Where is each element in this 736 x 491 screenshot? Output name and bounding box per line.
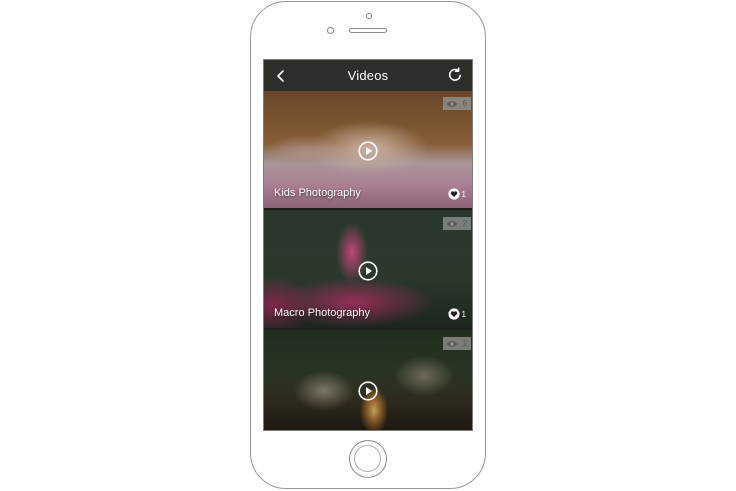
views-count: 1 bbox=[462, 339, 467, 348]
likes-badge[interactable]: 1 bbox=[447, 308, 466, 320]
video-card[interactable]: 2 Macro Photography 1 bbox=[264, 211, 472, 330]
play-icon[interactable] bbox=[358, 261, 378, 281]
likes-badge[interactable]: 1 bbox=[447, 188, 466, 200]
views-badge: 1 bbox=[442, 337, 471, 350]
video-card[interactable]: 1 bbox=[264, 331, 472, 430]
video-title[interactable]: Macro Photography bbox=[274, 307, 370, 319]
likes-count: 1 bbox=[461, 309, 466, 319]
video-card[interactable]: 6 Kids Photography 1 bbox=[264, 91, 472, 210]
app-screen: Videos 6 Kids Photography 1 2 Macro Phot… bbox=[263, 59, 473, 431]
play-icon[interactable] bbox=[358, 141, 378, 161]
views-badge: 6 bbox=[442, 97, 471, 110]
refresh-icon[interactable] bbox=[447, 67, 463, 83]
eye-icon bbox=[446, 100, 458, 107]
eye-icon bbox=[446, 220, 458, 227]
phone-speaker bbox=[349, 28, 387, 33]
phone-camera bbox=[366, 13, 372, 19]
home-button[interactable] bbox=[349, 440, 387, 478]
likes-count: 1 bbox=[461, 189, 466, 199]
play-icon[interactable] bbox=[358, 381, 378, 401]
heart-icon bbox=[447, 188, 460, 200]
views-count: 2 bbox=[462, 219, 467, 228]
eye-icon bbox=[446, 340, 458, 347]
app-bar: Videos bbox=[264, 60, 472, 91]
views-badge: 2 bbox=[442, 217, 471, 230]
views-count: 6 bbox=[462, 99, 467, 108]
phone-sensor bbox=[327, 27, 334, 34]
page-title: Videos bbox=[347, 68, 389, 83]
home-button-ring bbox=[354, 445, 381, 472]
heart-icon bbox=[447, 308, 460, 320]
video-title[interactable]: Kids Photography bbox=[274, 187, 361, 199]
